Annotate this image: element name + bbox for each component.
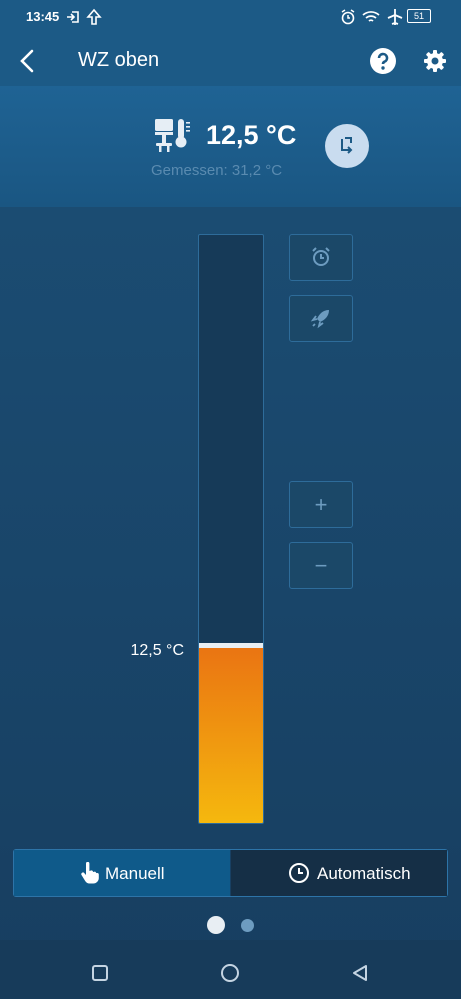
page-indicator-2[interactable]	[241, 919, 254, 932]
boost-button[interactable]	[289, 295, 353, 342]
increase-button[interactable]: +	[289, 481, 353, 528]
upload-arrow-icon	[86, 8, 102, 25]
decrease-button[interactable]: −	[289, 542, 353, 589]
status-bar: 13:45 51	[0, 0, 461, 34]
mode-manual-button[interactable]: Manuell	[14, 850, 230, 896]
recent-apps-icon[interactable]	[91, 964, 109, 982]
page-indicator-1[interactable]	[207, 916, 225, 934]
back-triangle-icon[interactable]	[351, 964, 369, 982]
thermostat-device-icon	[155, 119, 190, 152]
temperature-fill	[199, 647, 263, 823]
battery-level: 51	[413, 11, 424, 21]
hand-pointer-icon	[81, 862, 99, 884]
swap-button[interactable]	[325, 124, 369, 168]
help-icon[interactable]	[369, 47, 397, 75]
measured-temperature: Gemessen: 31,2 °C	[151, 162, 283, 179]
system-nav-bar	[0, 940, 461, 999]
battery-icon: 51	[407, 9, 431, 23]
sign-in-icon	[67, 11, 79, 23]
mode-auto-button[interactable]: Automatisch	[231, 850, 447, 896]
gear-icon[interactable]	[422, 48, 448, 74]
app-bar: WZ oben	[0, 34, 461, 86]
header-card: 12,5 °C Gemessen: 31,2 °C	[0, 86, 461, 207]
page-title: WZ oben	[78, 49, 160, 71]
alarm-icon	[341, 9, 355, 25]
timer-button[interactable]	[289, 234, 353, 281]
temperature-handle[interactable]	[199, 643, 263, 648]
wifi-icon	[362, 11, 380, 22]
mode-auto-label: Automatisch	[317, 864, 411, 883]
airplane-icon	[387, 9, 403, 25]
temperature-slider[interactable]	[198, 234, 264, 824]
current-temperature-label: 12,5 °C	[130, 642, 184, 659]
rocket-icon	[310, 310, 329, 329]
swap-icon	[341, 137, 353, 154]
back-chevron-icon[interactable]	[16, 48, 40, 74]
home-icon[interactable]	[220, 963, 240, 983]
clock-icon	[289, 863, 309, 883]
mode-toggle: Manuell Automatisch	[13, 849, 448, 897]
mode-manual-label: Manuell	[105, 864, 165, 883]
alarm-clock-icon	[312, 247, 330, 266]
status-time: 13:45	[26, 9, 60, 24]
setpoint-temperature: 12,5 °C	[206, 120, 297, 150]
